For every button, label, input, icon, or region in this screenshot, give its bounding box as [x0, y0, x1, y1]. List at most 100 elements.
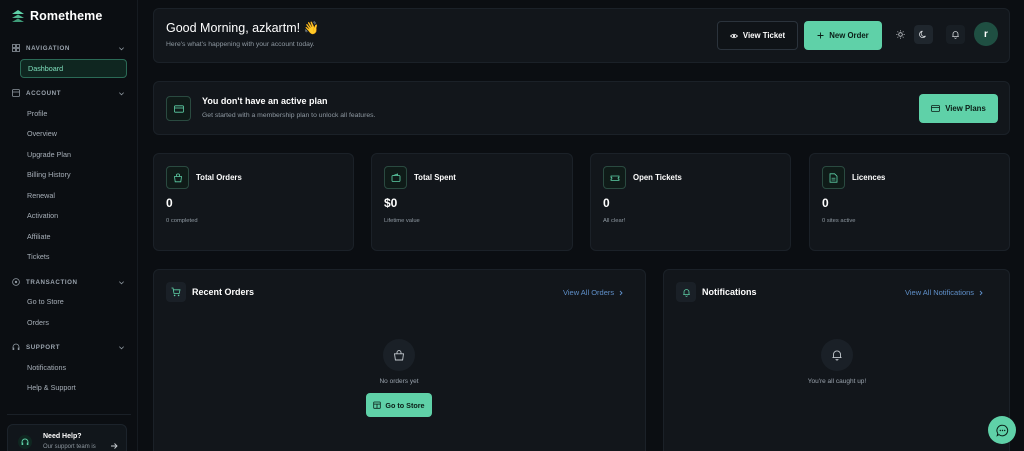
sidebar-item-notifications[interactable]: Notifications — [20, 358, 127, 377]
stat-card-licences: Licences 0 0 sites active — [809, 153, 1010, 251]
bell-icon[interactable] — [946, 25, 965, 44]
sidebar-item-label: Notifications — [27, 363, 67, 372]
sidebar-item-label: Help & Support — [27, 383, 76, 392]
new-order-button[interactable]: New Order — [804, 21, 882, 50]
card-icon — [931, 105, 941, 112]
sidebar-item-profile[interactable]: Profile — [20, 104, 127, 123]
sidebar-item-help-support[interactable]: Help & Support — [20, 378, 127, 397]
sun-icon[interactable] — [891, 25, 910, 44]
avatar[interactable]: r — [974, 22, 998, 46]
recent-orders-title: Recent Orders — [192, 287, 255, 297]
section-account[interactable]: Account — [11, 86, 125, 100]
sidebar-item-go-to-store[interactable]: Go to Store — [20, 292, 127, 311]
bell-icon — [676, 282, 696, 302]
view-ticket-button[interactable]: View Ticket — [717, 21, 798, 50]
brand[interactable]: Rometheme — [11, 8, 102, 24]
go-to-store-button[interactable]: Go to Store — [366, 393, 432, 417]
stat-label: Open Tickets — [633, 173, 682, 182]
sidebar-item-activation[interactable]: Activation — [20, 206, 127, 225]
stat-subtext: 0 completed — [166, 218, 198, 224]
sidebar-divider — [7, 414, 131, 415]
sidebar-item-label: Activation — [27, 211, 59, 220]
sidebar-item-label: Affiliate — [27, 232, 51, 241]
sidebar-item-label: Upgrade Plan — [27, 150, 71, 159]
section-transaction[interactable]: Transaction — [11, 275, 125, 289]
greeting-title: Good Morning, azkartm! 👋 — [166, 21, 320, 35]
theme-toggle[interactable] — [891, 25, 937, 44]
sidebar-item-label: Dashboard — [28, 64, 64, 73]
sidebar-item-label: Tickets — [27, 252, 50, 261]
sidebar-item-billing-history[interactable]: Billing History — [20, 165, 127, 184]
view-plans-button[interactable]: View Plans — [919, 94, 998, 123]
sidebar-item-label: Billing History — [27, 170, 71, 179]
stat-card-total-spent: Total Spent $0 Lifetime value — [371, 153, 573, 251]
sidebar-item-overview[interactable]: Overview — [20, 124, 127, 143]
sidebar-item-label: Orders — [27, 318, 49, 327]
empty-orders-icon — [383, 339, 415, 371]
arrow-right-icon — [111, 443, 118, 449]
sidebar-item-orders[interactable]: Orders — [20, 313, 127, 332]
plan-banner: You don't have an active plan Get starte… — [153, 81, 1010, 135]
section-label: Support — [26, 343, 61, 351]
wallet-icon — [384, 166, 407, 189]
stat-subtext: All clear! — [603, 218, 626, 224]
rometheme-logo-icon — [12, 10, 24, 22]
stat-card-open-tickets: Open Tickets 0 All clear! — [590, 153, 791, 251]
section-navigation[interactable]: Navigation — [11, 41, 125, 55]
empty-notifications-icon — [821, 339, 853, 371]
account-icon — [11, 89, 20, 98]
stat-label: Total Orders — [196, 173, 242, 182]
sidebar-item-label: Renewal — [27, 191, 55, 200]
sidebar: Rometheme Navigation Dashboard Account P… — [0, 0, 138, 451]
chevron-right-icon — [619, 290, 623, 295]
view-all-notifications-link[interactable]: View All Notifications — [905, 288, 984, 297]
view-all-orders-link[interactable]: View All Orders — [563, 288, 624, 297]
empty-notifications-text: You're all caught up! — [807, 378, 867, 385]
section-label: Transaction — [26, 278, 78, 286]
ticket-icon — [603, 166, 626, 189]
sidebar-item-affiliate[interactable]: Affiliate — [20, 227, 127, 246]
section-label: Navigation — [26, 44, 70, 52]
stat-card-total-orders: Total Orders 0 0 completed — [153, 153, 354, 251]
stat-value: $0 — [384, 196, 398, 210]
chevron-right-icon — [979, 290, 983, 295]
stat-subtext: Lifetime value — [384, 218, 420, 224]
stat-value: 0 — [166, 196, 173, 210]
chevron-down-icon — [119, 91, 124, 95]
new-order-label: New Order — [829, 31, 869, 40]
view-plans-label: View Plans — [945, 104, 986, 113]
empty-orders-text: No orders yet — [379, 378, 419, 385]
sidebar-item-upgrade-plan[interactable]: Upgrade Plan — [20, 145, 127, 164]
view-all-orders-label: View All Orders — [563, 288, 615, 297]
document-icon — [822, 166, 845, 189]
greeting-subtitle: Here's what's happening with your accoun… — [166, 41, 315, 48]
brand-name: Rometheme — [30, 9, 103, 23]
stat-label: Total Spent — [414, 173, 456, 182]
notifications-panel: Notifications View All Notifications You… — [663, 269, 1010, 451]
need-help-card[interactable]: Need Help? Our support team is — [7, 424, 127, 451]
plus-icon — [817, 32, 824, 39]
sidebar-item-renewal[interactable]: Renewal — [20, 186, 127, 205]
sidebar-item-label: Go to Store — [27, 297, 64, 306]
plan-subtitle: Get started with a membership plan to un… — [202, 112, 376, 119]
support-icon — [11, 343, 20, 352]
view-ticket-label: View Ticket — [742, 31, 786, 40]
eye-icon — [729, 33, 738, 38]
chevron-down-icon — [119, 46, 124, 50]
stat-value: 0 — [603, 196, 610, 210]
chat-button[interactable] — [988, 416, 1016, 444]
card-icon — [166, 96, 191, 121]
stat-label: Licences — [852, 173, 886, 182]
sidebar-item-tickets[interactable]: Tickets — [20, 247, 127, 266]
headset-icon — [18, 435, 32, 449]
grid-icon — [11, 44, 20, 53]
chat-icon — [995, 424, 1008, 437]
sidebar-item-label: Overview — [27, 129, 57, 138]
cart-icon — [166, 282, 186, 302]
chevron-down-icon — [119, 280, 124, 284]
sidebar-item-dashboard[interactable]: Dashboard — [20, 59, 127, 78]
section-support[interactable]: Support — [11, 340, 125, 354]
moon-icon[interactable] — [914, 25, 933, 44]
bag-icon — [166, 166, 189, 189]
chevron-down-icon — [119, 345, 124, 349]
